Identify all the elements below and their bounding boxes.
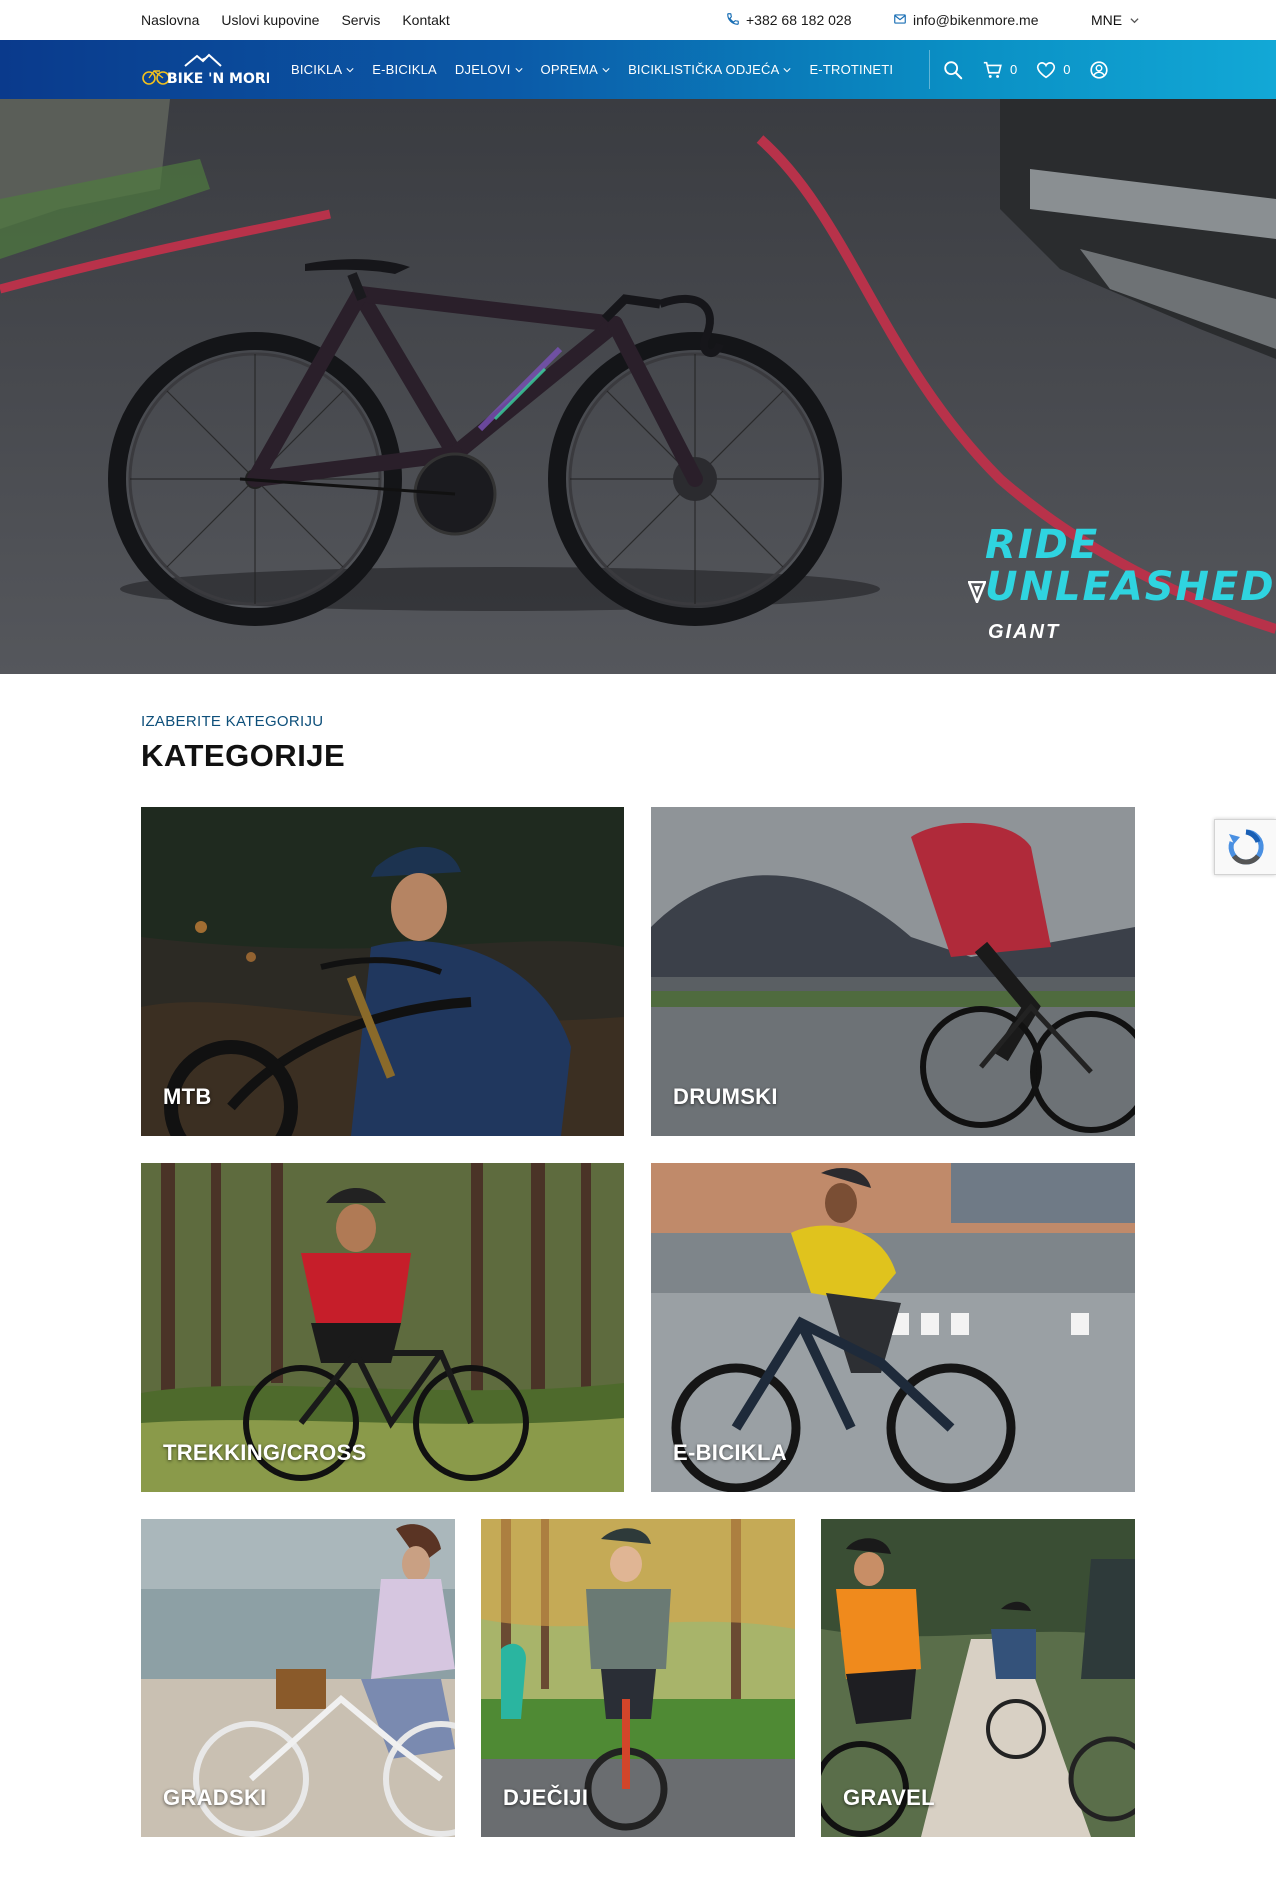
email-contact[interactable]: info@bikenmore.me: [893, 0, 1039, 40]
nav-item-label: OPREMA: [540, 62, 599, 77]
top-links: Naslovna Uslovi kupovine Servis Kontakt: [141, 0, 450, 40]
nav-actions: 0 0: [942, 40, 1110, 99]
category-image-mtb: [141, 807, 624, 1136]
category-label: MTB: [163, 1084, 212, 1109]
nav-item-e-trotineti[interactable]: E-TROTINETI: [809, 62, 893, 77]
category-label: DRUMSKI: [673, 1084, 778, 1109]
main-nav: BIKE 'N MORE BICIKLA E-BICIKLA DJELOVI O…: [0, 40, 1276, 99]
cart-count: 0: [1010, 62, 1018, 77]
nav-item-label: BICIKLISTIČKA ODJEĆA: [628, 62, 780, 77]
hero-brand: GIANT: [988, 621, 1061, 643]
top-link-naslovna[interactable]: Naslovna: [141, 12, 199, 28]
section-title: KATEGORIJE: [141, 738, 346, 773]
category-card-drumski[interactable]: DRUMSKI: [651, 807, 1135, 1136]
top-link-uslovi-kupovine[interactable]: Uslovi kupovine: [221, 12, 319, 28]
nav-item-djelovi[interactable]: DJELOVI: [455, 62, 523, 77]
wishlist-count: 0: [1063, 62, 1071, 77]
category-card-djeciji[interactable]: DJEČIJI: [481, 1519, 795, 1837]
category-card-e-bicikla[interactable]: E-BICIKLA: [651, 1163, 1135, 1492]
top-bar: Naslovna Uslovi kupovine Servis Kontakt …: [0, 0, 1276, 40]
user-icon: [1090, 60, 1109, 79]
cart-icon: [983, 61, 1002, 78]
chevron-down-icon: [783, 67, 792, 72]
category-card-trekking-cross[interactable]: TREKKING/CROSS: [141, 1163, 624, 1492]
search-button[interactable]: [942, 59, 964, 81]
search-icon: [944, 60, 963, 79]
nav-menu: BICIKLA E-BICIKLA DJELOVI OPREMA BICIKLI…: [291, 40, 893, 99]
account-button[interactable]: [1088, 59, 1110, 81]
heart-icon: [1037, 61, 1056, 78]
category-label: E-BICIKLA: [673, 1440, 787, 1465]
phone-icon: [726, 12, 740, 29]
site-logo[interactable]: BIKE 'N MORE: [141, 52, 275, 88]
wishlist-button[interactable]: 0: [1035, 59, 1070, 81]
hero-slider[interactable]: RIDE UNLEASHED GIANT: [0, 99, 1276, 674]
section-kicker: IZABERITE KATEGORIJU: [141, 713, 324, 730]
logo-text: BIKE 'N MORE: [167, 71, 269, 87]
category-card-gravel[interactable]: GRAVEL: [821, 1519, 1135, 1837]
top-link-servis[interactable]: Servis: [341, 12, 380, 28]
language-value: MNE: [1091, 12, 1123, 28]
top-link-kontakt[interactable]: Kontakt: [402, 12, 449, 28]
chevron-down-icon: [346, 67, 354, 72]
phone-contact[interactable]: +382 68 182 028: [726, 0, 852, 40]
category-label: DJEČIJI: [503, 1785, 589, 1810]
cart-button[interactable]: 0: [982, 59, 1017, 81]
hero-headline-line2: UNLEASHED: [985, 564, 1276, 610]
giant-logo-mark-icon: [967, 580, 987, 608]
chevron-down-icon: [1130, 12, 1139, 28]
category-card-gradski[interactable]: GRADSKI: [141, 1519, 455, 1837]
nav-item-label: DJELOVI: [454, 62, 511, 77]
mail-icon: [893, 12, 907, 29]
nav-item-label: BICIKLA: [291, 62, 343, 77]
language-selector[interactable]: MNE: [1091, 0, 1139, 40]
recaptcha-badge[interactable]: [1214, 819, 1276, 875]
nav-item-oprema[interactable]: OPREMA: [541, 62, 611, 77]
category-card-mtb[interactable]: MTB: [141, 807, 624, 1136]
category-label: GRADSKI: [163, 1785, 267, 1810]
nav-item-label: E-BICIKLA: [372, 62, 437, 77]
nav-item-label: E-TROTINETI: [809, 62, 894, 77]
phone-number: +382 68 182 028: [746, 12, 852, 28]
nav-item-bicikla[interactable]: BICIKLA: [291, 62, 354, 77]
email-address: info@bikenmore.me: [913, 12, 1039, 28]
hero-headline: RIDE UNLEASHED: [985, 524, 1276, 608]
category-label: GRAVEL: [843, 1785, 935, 1810]
recaptcha-icon: [1228, 829, 1264, 865]
nav-divider: [929, 50, 930, 89]
chevron-down-icon: [514, 67, 523, 72]
nav-item-biciklisticka-odjeca[interactable]: BICIKLISTIČKA ODJEĆA: [628, 62, 792, 77]
nav-item-e-bicikla[interactable]: E-BICIKLA: [372, 62, 437, 77]
chevron-down-icon: [602, 67, 610, 72]
category-label: TREKKING/CROSS: [163, 1440, 367, 1465]
hero-headline-line1: RIDE: [985, 522, 1100, 568]
